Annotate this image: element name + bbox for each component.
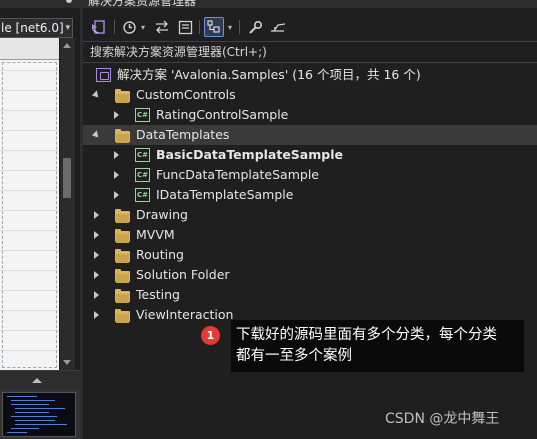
editor-tab-strip	[0, 0, 80, 8]
scroll-thumb[interactable]	[63, 158, 71, 198]
history-dropdown-chevron-icon[interactable]: ▾	[139, 17, 147, 37]
scroll-down-icon[interactable]	[63, 360, 71, 365]
vs-sync-icon[interactable]	[88, 17, 108, 37]
tree-folder-row[interactable]: Testing	[83, 285, 537, 305]
tree-folder-row[interactable]: MVVM	[83, 225, 537, 245]
panel-splitter-bar[interactable]	[0, 370, 80, 390]
designer-header	[0, 38, 59, 60]
tree-item-label: Routing	[136, 247, 184, 262]
collapsed-chevron-icon[interactable]	[91, 225, 103, 245]
folder-icon	[115, 289, 130, 303]
expanded-chevron-icon[interactable]	[91, 85, 103, 105]
annotation-line-1: 下载好的源码里面有多个分类，每个分类	[236, 327, 497, 343]
folder-icon	[115, 129, 130, 143]
annotation-text: 下载好的源码里面有多个分类，每个分类 都有一至多个案例	[236, 325, 526, 367]
scroll-up-icon[interactable]	[63, 43, 71, 48]
collapsed-chevron-icon[interactable]	[111, 145, 123, 165]
tree-solution-row[interactable]: 解决方案 'Avalonia.Samples' (16 个项目，共 16 个)	[83, 65, 537, 85]
chevron-down-icon: ▾	[65, 23, 70, 33]
toolbar-separator	[239, 20, 240, 34]
collapsed-chevron-icon[interactable]	[91, 285, 103, 305]
preview-icon[interactable]	[268, 17, 288, 37]
properties-wrench-icon[interactable]	[246, 17, 264, 37]
pending-changes-icon[interactable]	[153, 17, 171, 37]
tree-folder-row[interactable]: Drawing	[83, 205, 537, 225]
collapse-all-icon[interactable]	[176, 17, 194, 37]
toolbar-separator	[114, 20, 115, 34]
solution-search-input[interactable]: 搜索解决方案资源管理器(Ctrl+;)	[83, 41, 537, 63]
folder-icon	[115, 229, 130, 243]
collapsed-chevron-icon[interactable]	[111, 185, 123, 205]
tree-folder-row[interactable]: Solution Folder	[83, 265, 537, 285]
tree-item-label: BasicDataTemplateSample	[156, 147, 343, 162]
tree-item-label: IDataTemplateSample	[156, 187, 294, 202]
csharp-project-icon: C#	[135, 148, 150, 162]
annotation-number-badge: 1	[201, 326, 220, 345]
tree-folder-row[interactable]: DataTemplates	[83, 125, 537, 145]
editor-pane: le [net6.0] ▾	[0, 0, 80, 439]
folder-icon	[115, 249, 130, 263]
tree-item-label: MVVM	[136, 227, 175, 242]
target-framework-value: le [net6.0]	[1, 21, 64, 35]
tree-item-label: Testing	[136, 287, 180, 302]
tree-project-row[interactable]: C# IDataTemplateSample	[83, 185, 537, 205]
tree-project-row[interactable]: C# RatingControlSample	[83, 105, 537, 125]
solution-explorer-toolbar: ▾ ▾	[83, 14, 537, 40]
solution-icon	[96, 68, 111, 82]
annotation-line-2: 都有一至多个案例	[236, 348, 352, 364]
tree-item-label: Solution Folder	[136, 267, 230, 282]
csharp-project-icon: C#	[135, 108, 150, 122]
watermark: CSDN @龙中舞王	[385, 411, 500, 427]
collapsed-chevron-icon[interactable]	[91, 245, 103, 265]
solution-explorer-title-bar: 解决方案资源管理器	[83, 0, 537, 8]
toolbar-separator	[199, 20, 200, 34]
csharp-project-icon: C#	[135, 168, 150, 182]
folder-icon	[115, 309, 130, 323]
tree-item-label: DataTemplates	[136, 127, 230, 142]
target-framework-dropdown[interactable]: le [net6.0] ▾	[0, 18, 73, 38]
chevron-up-icon[interactable]	[32, 378, 42, 383]
code-minimap[interactable]	[2, 392, 76, 437]
folder-icon	[115, 89, 130, 103]
collapsed-chevron-icon[interactable]	[91, 205, 103, 225]
tree-item-label: CustomControls	[136, 87, 236, 102]
tree-project-row[interactable]: C# FuncDataTemplateSample	[83, 165, 537, 185]
folder-icon	[115, 209, 130, 223]
show-all-files-icon[interactable]	[204, 17, 224, 37]
tree-item-label: ViewInteraction	[136, 307, 234, 322]
panel-title: 解决方案资源管理器	[88, 0, 197, 8]
collapsed-chevron-icon[interactable]	[91, 305, 103, 325]
collapsed-chevron-icon[interactable]	[111, 105, 123, 125]
history-icon[interactable]	[121, 17, 137, 37]
tree-item-label: Drawing	[136, 207, 188, 222]
tab-close-dot-icon[interactable]	[66, 0, 72, 3]
tree-item-label: 解决方案 'Avalonia.Samples' (16 个项目，共 16 个)	[117, 67, 421, 82]
csharp-project-icon: C#	[135, 188, 150, 202]
tree-item-label: RatingControlSample	[156, 107, 289, 122]
solution-explorer-panel: 解决方案资源管理器 ▾ ▾ 搜索解决方案资源管理器(Ctrl+;) 解决方案 '…	[83, 0, 537, 439]
tree-item-label: FuncDataTemplateSample	[156, 167, 319, 182]
collapsed-chevron-icon[interactable]	[91, 265, 103, 285]
tree-folder-row[interactable]: Routing	[83, 245, 537, 265]
show-all-dropdown-chevron-icon[interactable]: ▾	[226, 17, 234, 37]
collapsed-chevron-icon[interactable]	[111, 165, 123, 185]
tree-project-row[interactable]: C# BasicDataTemplateSample	[83, 145, 537, 165]
expanded-chevron-icon[interactable]	[91, 125, 103, 145]
tree-folder-row[interactable]: CustomControls	[83, 85, 537, 105]
designer-frame	[2, 62, 57, 368]
designer-scrollbar[interactable]	[60, 38, 75, 370]
folder-icon	[115, 269, 130, 283]
